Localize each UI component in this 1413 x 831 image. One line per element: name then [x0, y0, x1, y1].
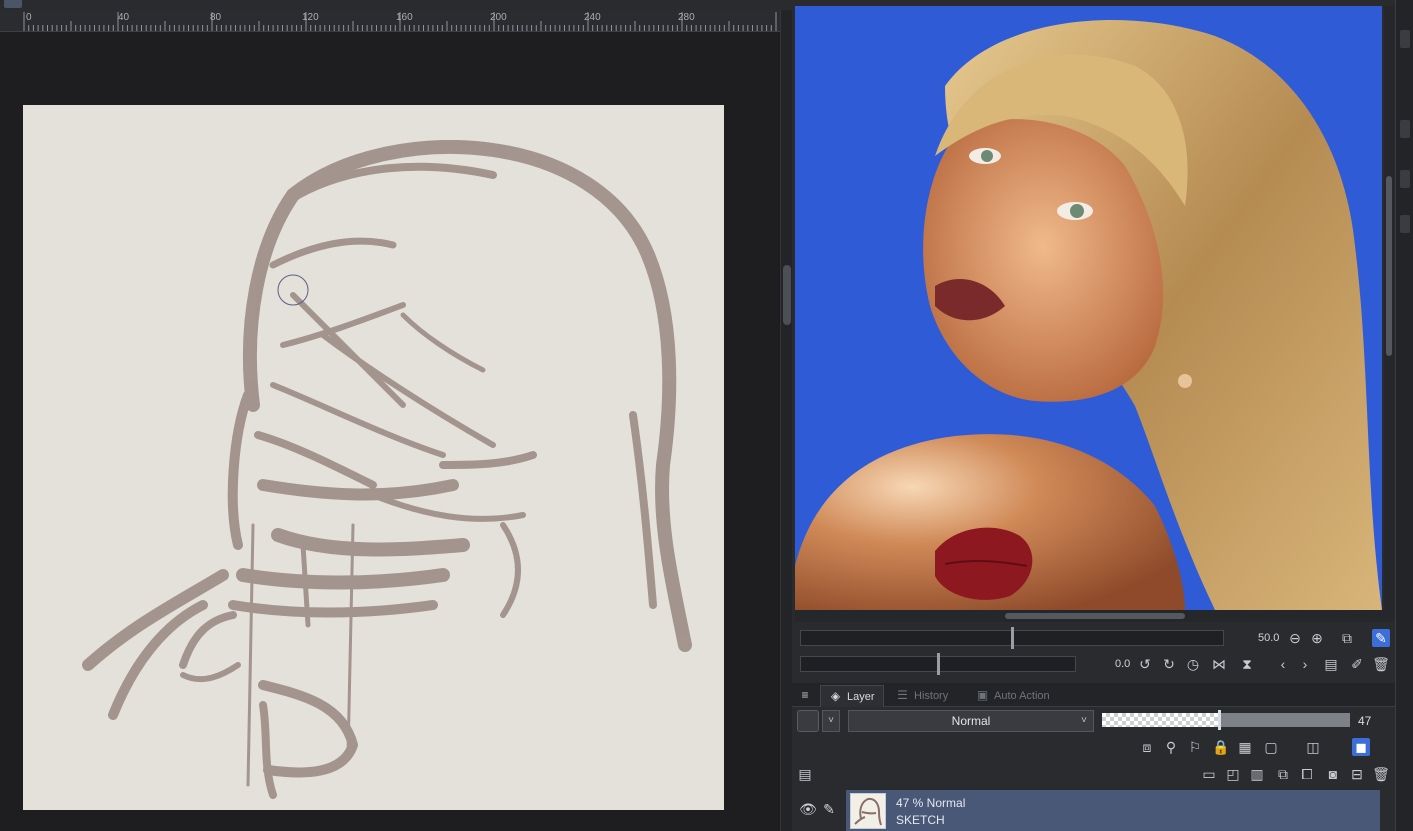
rotation-slider[interactable] — [800, 653, 1076, 675]
navigator-hscroll-thumb[interactable] — [1005, 613, 1185, 619]
tab-history-label: History — [914, 690, 949, 702]
flip-horizontal-icon[interactable]: ⋈ — [1210, 655, 1228, 673]
layer-color-dropdown[interactable]: ˅ — [822, 710, 840, 732]
canvas-workspace[interactable] — [0, 32, 778, 831]
edit-icon[interactable]: ✐ — [1348, 655, 1366, 673]
rotation-slider-handle[interactable] — [937, 653, 940, 675]
canvas-vertical-scrollbar[interactable] — [780, 10, 792, 831]
layer-color-icon[interactable]: ◼ — [1352, 738, 1370, 756]
drawing-canvas[interactable] — [23, 105, 724, 810]
ruler-label-120: 120 — [302, 12, 319, 23]
auto-action-icon: ▣ — [976, 688, 989, 702]
layer-thumbnail-sketch — [854, 797, 882, 826]
ruler-label-40: 40 — [118, 12, 130, 23]
next-icon[interactable]: › — [1296, 655, 1314, 673]
layer-tools-row-1: ⧈ ⚲ ⚐ 🔒 ▦ ▢ ◫ ◼ — [792, 735, 1395, 759]
ruler-label-280: 280 — [678, 12, 695, 23]
clip-studio-window: 0 40 80 120 160 200 240 280 50.0 ⊖ ⊕ ⧉ ✎… — [0, 0, 1413, 831]
lock-icon[interactable]: 🔒 — [1212, 738, 1230, 756]
eyedropper-icon[interactable]: ✎ — [1372, 629, 1390, 647]
opacity-slider-fill — [1102, 713, 1219, 727]
right-panel: 50.0 ⊖ ⊕ ⧉ ✎ 0.0 ↺ ↻ ◷ ⋈ ⧗ ‹ › ▤ ✐ 🗑 ≡ ◈ — [792, 0, 1413, 831]
tab-history[interactable]: ☰ History — [888, 685, 956, 707]
sketch-strokes — [82, 140, 692, 799]
flip-vertical-icon[interactable]: ⧗ — [1238, 655, 1256, 673]
ruler-label-200: 200 — [490, 12, 507, 23]
blend-mode-select[interactable]: Normal ˅ — [848, 710, 1094, 732]
zoom-slider-handle[interactable] — [1011, 627, 1014, 649]
draft-layer-icon[interactable]: ⚐ — [1186, 738, 1204, 756]
merge-icon[interactable]: ⧠ — [1298, 765, 1316, 783]
new-vector-layer-icon[interactable]: ◰ — [1224, 765, 1242, 783]
lock-transparency-icon[interactable]: ▦ — [1236, 738, 1254, 756]
ruler-label-160: 160 — [396, 12, 413, 23]
previous-icon[interactable]: ‹ — [1274, 655, 1292, 673]
tab-auto-action-label: Auto Action — [994, 690, 1050, 702]
layer-thumbnail — [850, 793, 886, 829]
new-folder-icon[interactable]: ▥ — [1248, 765, 1266, 783]
palette-tabs: ≡ ◈ Layer ☰ History ▣ Auto Action — [792, 683, 1395, 707]
zoom-value: 50.0 — [1258, 632, 1280, 644]
rotate-right-icon[interactable]: ↻ — [1160, 655, 1178, 673]
layer-color-box[interactable] — [797, 710, 819, 732]
canvas-scroll-thumb[interactable] — [783, 265, 791, 325]
layer-stack-icon: ◈ — [830, 689, 841, 703]
tab-layer[interactable]: ◈ Layer — [820, 685, 884, 707]
reference-image-viewer[interactable] — [795, 6, 1382, 610]
tab-layer-label: Layer — [847, 691, 875, 703]
delete-icon[interactable]: 🗑 — [1372, 655, 1390, 673]
reference-photo — [795, 6, 1382, 610]
layer-row-sketch[interactable]: 47 % Normal SKETCH — [846, 790, 1380, 831]
pen-icon[interactable]: ✎ — [820, 800, 838, 818]
open-folder-icon[interactable]: ▤ — [1322, 655, 1340, 673]
layer-tools-row-2: ▤ ▭ ◰ ▥ ⧉ ⧠ ◙ ⊟ 🗑 — [792, 762, 1395, 786]
navigator-vertical-scrollbar[interactable] — [1384, 6, 1394, 610]
reference-layer-icon[interactable]: ⚲ — [1162, 738, 1180, 756]
edge-button-1[interactable] — [1400, 30, 1410, 48]
edge-button-4[interactable] — [1400, 215, 1410, 233]
ruler-icon[interactable]: ◫ — [1304, 738, 1322, 756]
blend-mode-value: Normal — [951, 714, 991, 728]
reset-rotation-icon[interactable]: ◷ — [1184, 655, 1202, 673]
new-raster-layer-icon[interactable]: ▭ — [1200, 765, 1218, 783]
layer-panel-toggle-icon[interactable]: ▤ — [796, 765, 814, 783]
mask-icon[interactable]: ▢ — [1262, 738, 1280, 756]
fit-view-icon[interactable]: ⧉ — [1338, 629, 1356, 647]
edge-button-3[interactable] — [1400, 170, 1410, 188]
layer-properties-row: ˅ Normal ˅ 47 — [792, 707, 1395, 735]
clip-lower-layer-icon[interactable]: ⧈ — [1138, 738, 1156, 756]
horizontal-ruler[interactable]: 0 40 80 120 160 200 240 280 — [0, 10, 790, 32]
zoom-slider[interactable] — [800, 627, 1224, 649]
canvas-tab[interactable] — [4, 0, 22, 8]
opacity-slider[interactable] — [1102, 713, 1350, 727]
edge-button-2[interactable] — [1400, 120, 1410, 138]
history-icon: ☰ — [897, 688, 908, 702]
opacity-slider-handle[interactable] — [1217, 710, 1221, 730]
ruler-label-80: 80 — [210, 12, 222, 23]
tab-auto-action[interactable]: ▣ Auto Action — [968, 685, 1058, 707]
zoom-out-icon[interactable]: ⊖ — [1286, 629, 1304, 647]
ruler-label-0: 0 — [26, 12, 32, 23]
transfer-down-icon[interactable]: ⧉ — [1274, 765, 1292, 783]
layer-list: 👁 ✎ 47 % Normal SKETCH — [792, 788, 1395, 831]
brush-cursor — [277, 274, 309, 306]
zoom-in-icon[interactable]: ⊕ — [1308, 629, 1326, 647]
create-mask-icon[interactable]: ◙ — [1324, 765, 1342, 783]
ruler-label-240: 240 — [584, 12, 601, 23]
opacity-value[interactable]: 47 — [1358, 714, 1371, 728]
layer-name: SKETCH — [896, 813, 945, 827]
rotate-left-icon[interactable]: ↺ — [1136, 655, 1154, 673]
delete-layer-icon[interactable]: 🗑 — [1372, 765, 1390, 783]
right-edge-toolbar — [1395, 0, 1413, 831]
palette-menu-icon[interactable]: ≡ — [796, 686, 814, 704]
chevron-down-icon: ˅ — [1081, 715, 1087, 726]
layer-opacity-mode: 47 % Normal — [896, 796, 966, 810]
navigator-horizontal-scrollbar[interactable] — [795, 610, 1394, 622]
navigator-controls: 50.0 ⊖ ⊕ ⧉ ✎ 0.0 ↺ ↻ ◷ ⋈ ⧗ ‹ › ▤ ✐ 🗑 — [792, 624, 1395, 680]
apply-mask-icon[interactable]: ⊟ — [1348, 765, 1366, 783]
rotation-value: 0.0 — [1115, 658, 1131, 670]
navigator-vscroll-thumb[interactable] — [1386, 176, 1392, 356]
eye-icon[interactable]: 👁 — [798, 802, 818, 816]
